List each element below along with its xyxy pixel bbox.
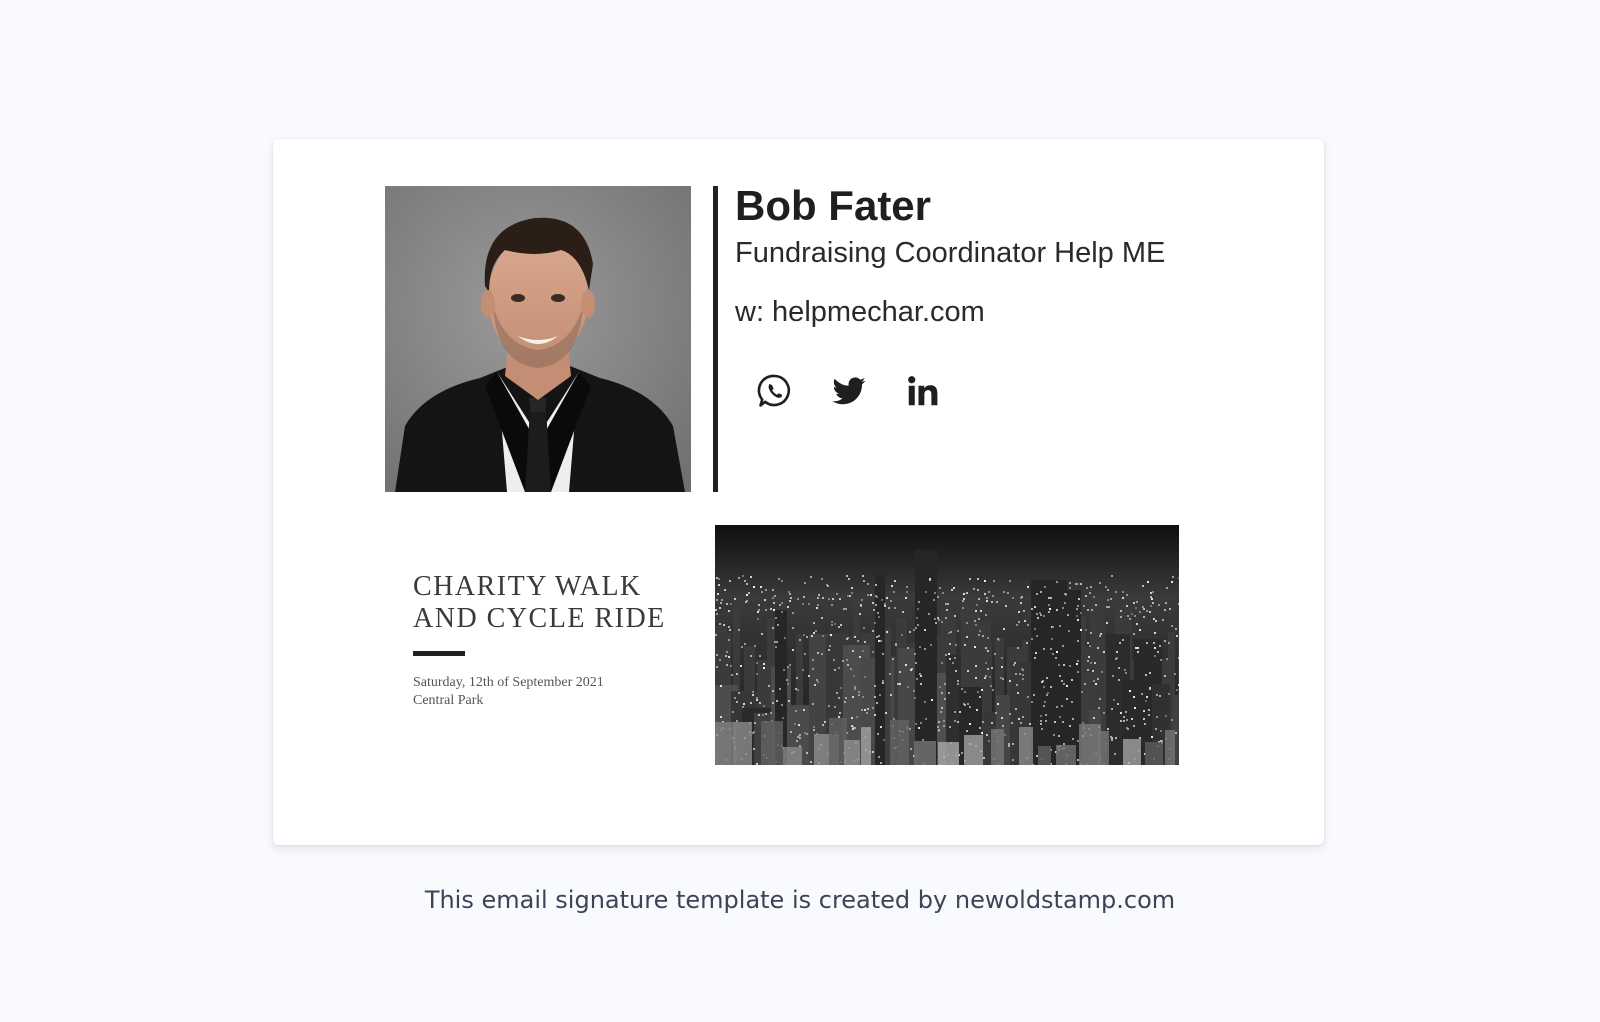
twitter-icon bbox=[832, 377, 866, 405]
event-details: Saturday, 12th of September 2021 Central… bbox=[413, 674, 703, 710]
person-name: Bob Fater bbox=[735, 182, 932, 229]
linkedin-link[interactable] bbox=[903, 371, 943, 411]
event-banner-image[interactable] bbox=[715, 525, 1179, 765]
event-banner-text: CHARITY WALK AND CYCLE RIDE Saturday, 12… bbox=[413, 571, 703, 710]
signature-card: Bob Fater Fundraising Coordinator Help M… bbox=[273, 139, 1324, 845]
linkedin-icon bbox=[908, 376, 938, 406]
event-title-line-2: AND CYCLE RIDE bbox=[413, 603, 666, 634]
website-link-text[interactable]: w: helpmechar.com bbox=[735, 296, 985, 328]
whatsapp-link[interactable] bbox=[755, 371, 795, 411]
twitter-link[interactable] bbox=[829, 371, 869, 411]
event-divider bbox=[413, 651, 465, 656]
website-link[interactable]: w: helpmechar.com bbox=[735, 296, 985, 329]
event-title: CHARITY WALK AND CYCLE RIDE bbox=[413, 571, 703, 635]
event-date: Saturday, 12th of September 2021 bbox=[413, 675, 604, 690]
profile-photo bbox=[385, 186, 691, 492]
event-location: Central Park bbox=[413, 693, 484, 708]
event-title-line-1: CHARITY WALK bbox=[413, 571, 642, 602]
whatsapp-icon bbox=[757, 374, 791, 407]
footer-caption: This email signature template is created… bbox=[424, 886, 1176, 914]
divider-line bbox=[713, 186, 718, 492]
job-title: Fundraising Coordinator Help ME bbox=[735, 237, 1166, 269]
